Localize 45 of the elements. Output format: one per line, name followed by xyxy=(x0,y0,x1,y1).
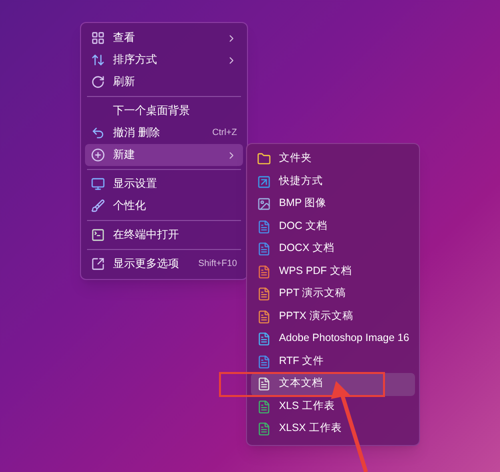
menu-item[interactable]: PPT 演示文稿 xyxy=(251,283,415,306)
terminal-icon xyxy=(91,228,105,242)
brush-icon xyxy=(91,199,105,213)
menu-item[interactable]: XLS 工作表 xyxy=(251,396,415,418)
menu-item[interactable]: 刷新 xyxy=(85,71,243,93)
menu-item[interactable]: 显示更多选项 Shift+F10 xyxy=(85,253,243,275)
menu-item[interactable]: 撤消 删除 Ctrl+Z xyxy=(85,122,243,144)
menu-item[interactable]: DOC 文档 xyxy=(251,216,415,238)
text-file-icon xyxy=(257,377,271,392)
document-icon xyxy=(257,310,271,324)
menu-item[interactable]: XLSX 工作表 xyxy=(251,418,415,440)
plus-circle-icon xyxy=(91,148,105,162)
grid-icon xyxy=(91,31,105,45)
menu-item[interactable]: RTF 文件 xyxy=(251,350,415,373)
monitor-icon xyxy=(91,177,105,191)
spreadsheet-icon xyxy=(257,422,271,436)
menu-item[interactable]: 快捷方式 xyxy=(251,170,415,193)
menu-item[interactable]: PPTX 演示文稿 xyxy=(251,306,415,328)
menu-item[interactable]: 排序方式 xyxy=(85,49,243,71)
folder-icon xyxy=(257,152,271,166)
menu-item[interactable]: BMP 图像 xyxy=(251,193,415,216)
shortcut-label: Shift+F10 xyxy=(198,257,237,270)
menu-item[interactable]: 查看 xyxy=(85,27,243,49)
menu-item[interactable]: WPS PDF 文档 xyxy=(251,260,415,283)
image-file-icon xyxy=(257,197,271,212)
menu-item[interactable]: 在终端中打开 xyxy=(85,224,243,246)
menu-item[interactable]: 显示设置 xyxy=(85,173,243,195)
document-icon xyxy=(257,287,271,302)
menu-item[interactable]: 文件夹 xyxy=(251,148,415,170)
document-icon xyxy=(257,264,271,279)
photoshop-file-icon xyxy=(257,332,271,346)
menu-item[interactable]: Adobe Photoshop Image 16 xyxy=(251,328,415,350)
document-icon xyxy=(257,220,271,234)
document-icon xyxy=(257,354,271,369)
expand-icon xyxy=(91,257,105,271)
spreadsheet-icon xyxy=(257,400,271,414)
menu-item[interactable]: DOCX 文档 xyxy=(251,238,415,260)
document-icon xyxy=(257,242,271,256)
menu-item[interactable]: 下一个桌面背景 xyxy=(85,100,243,122)
menu-item[interactable]: 新建 xyxy=(85,144,243,166)
sort-arrows-icon xyxy=(91,53,105,67)
shortcut-label: Ctrl+Z xyxy=(212,126,237,140)
undo-icon xyxy=(91,126,105,140)
menu-item[interactable]: 个性化 xyxy=(85,195,243,217)
refresh-icon xyxy=(91,75,105,89)
